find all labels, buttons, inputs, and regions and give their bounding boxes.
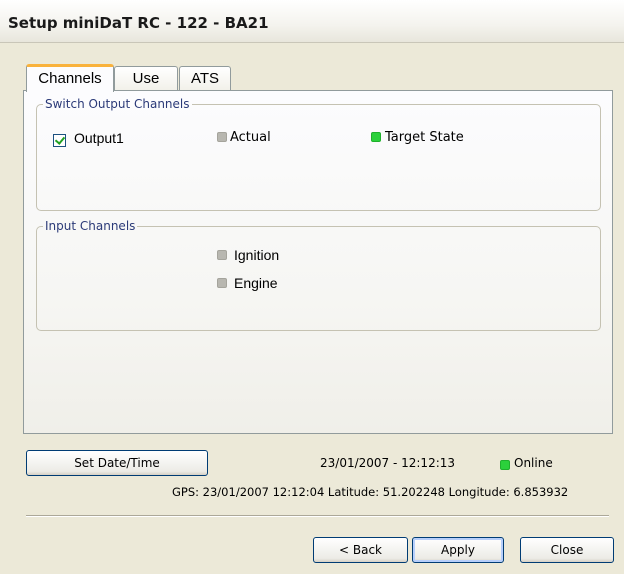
online-status-led-icon [500, 460, 510, 470]
engine-led-icon [217, 278, 227, 288]
switch-output-channels-group: Switch Output Channels [36, 97, 601, 211]
actual-label: Actual [230, 130, 271, 145]
set-date-time-button[interactable]: Set Date/Time [26, 450, 208, 476]
target-state-label: Target State [385, 130, 464, 145]
back-button[interactable]: < Back [313, 537, 408, 563]
switch-output-channels-legend: Switch Output Channels [45, 97, 190, 111]
online-status-label: Online [514, 456, 553, 470]
ignition-label: Ignition [234, 247, 280, 263]
window-title: Setup miniDaT RC - 122 - BA21 [8, 14, 269, 32]
input-channels-legend: Input Channels [45, 219, 136, 233]
current-datetime: 23/01/2007 - 12:12:13 [320, 456, 456, 470]
engine-label: Engine [234, 275, 278, 291]
target-state-led-icon [371, 132, 381, 142]
ignition-led-icon [217, 250, 227, 260]
footer-divider [26, 515, 609, 517]
gps-info: GPS: 23/01/2007 12:12:04 Latitude: 51.20… [172, 485, 569, 499]
input-channels-group: Input Channels [36, 219, 601, 331]
tab-channels[interactable]: Channels [26, 64, 114, 92]
apply-button[interactable]: Apply [412, 537, 504, 563]
checkmark-icon [54, 134, 66, 145]
channels-tab-panel: Switch Output Channels Output1 Actual Ta… [23, 90, 613, 434]
close-button[interactable]: Close [520, 537, 614, 563]
output1-label: Output1 [74, 130, 124, 146]
tab-ats[interactable]: ATS [179, 66, 231, 90]
output1-checkbox[interactable] [53, 134, 66, 147]
tab-use[interactable]: Use [114, 66, 178, 90]
title-bar: Setup miniDaT RC - 122 - BA21 [0, 0, 624, 43]
actual-led-icon [217, 132, 227, 142]
